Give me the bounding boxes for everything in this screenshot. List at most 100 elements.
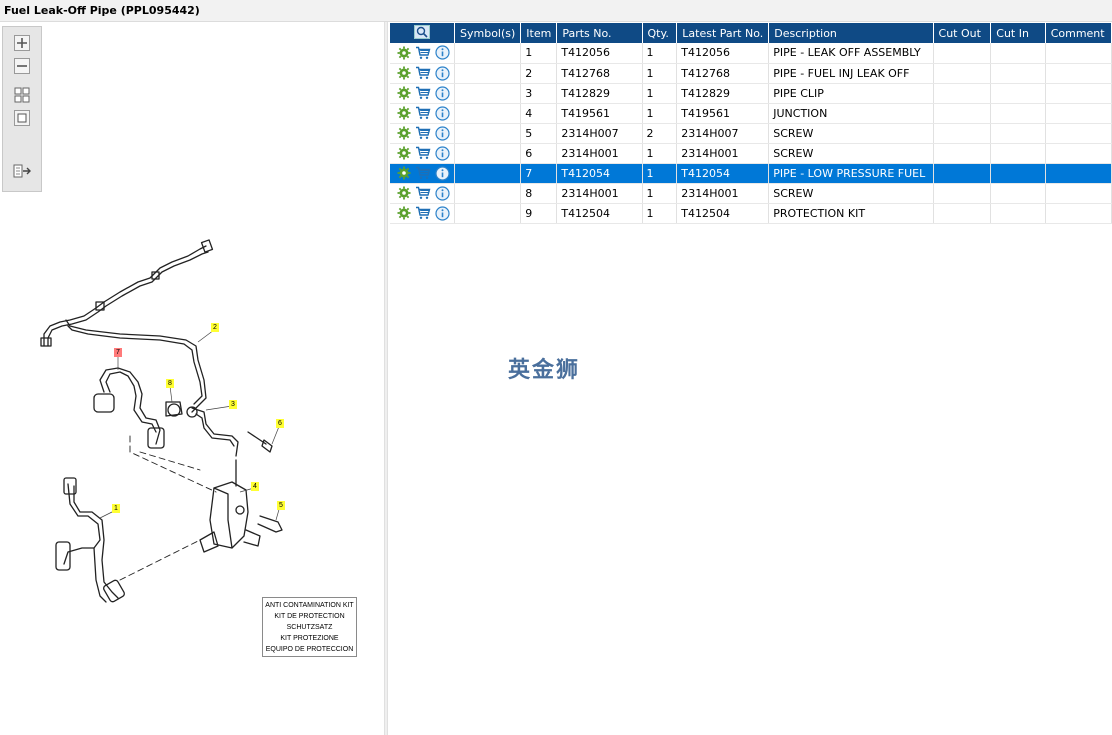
item-cell: 7	[520, 163, 558, 184]
gear-icon[interactable]	[396, 105, 412, 121]
qty-cell: 1	[642, 203, 678, 224]
column-header-part-no[interactable]: Parts No.	[556, 23, 643, 43]
gear-icon[interactable]	[396, 165, 412, 181]
gear-icon[interactable]	[396, 205, 412, 221]
row-actions-cell	[390, 123, 455, 144]
callout-7[interactable]: 7	[114, 348, 122, 357]
cart-icon[interactable]	[415, 125, 431, 141]
callout-8[interactable]: 8	[166, 379, 174, 388]
search-parts-icon	[414, 24, 430, 39]
zoom-out-icon	[14, 58, 30, 74]
cart-icon[interactable]	[415, 165, 431, 181]
info-icon[interactable]	[434, 165, 450, 181]
part-no-cell: 2314H001	[556, 183, 643, 204]
info-icon[interactable]	[434, 85, 450, 101]
fit-page-button[interactable]	[13, 109, 31, 127]
table-row[interactable]: 8 2314H001 1 2314H001 SCREW	[390, 183, 1112, 204]
info-icon[interactable]	[434, 185, 450, 201]
cut-out-cell	[933, 163, 992, 184]
comment-cell	[1045, 43, 1112, 64]
gear-icon[interactable]	[396, 125, 412, 141]
callout-3[interactable]: 3	[229, 400, 237, 409]
info-icon[interactable]	[434, 65, 450, 81]
comment-cell	[1045, 143, 1112, 164]
cart-icon[interactable]	[415, 145, 431, 161]
cart-icon[interactable]	[415, 65, 431, 81]
cart-icon[interactable]	[415, 105, 431, 121]
column-header-actions[interactable]	[390, 23, 455, 43]
qty-cell: 1	[642, 183, 678, 204]
table-row[interactable]: 2 T412768 1 T412768 PIPE - FUEL INJ LEAK OFF	[390, 63, 1112, 84]
info-icon[interactable]	[434, 125, 450, 141]
column-header-description[interactable]: Description	[768, 23, 934, 43]
fit-all-button[interactable]	[13, 86, 31, 104]
cart-icon[interactable]	[415, 205, 431, 221]
info-icon[interactable]	[434, 205, 450, 221]
single-page-icon	[14, 110, 30, 126]
column-header-cut-out[interactable]: Cut Out	[933, 23, 992, 43]
column-header-qty[interactable]: Qty.	[642, 23, 678, 43]
cut-out-cell	[933, 103, 992, 124]
gear-icon[interactable]	[396, 185, 412, 201]
cut-in-cell	[990, 163, 1046, 184]
cut-out-cell	[933, 123, 992, 144]
kit-label-line: KIT PROTEZIONE	[280, 635, 339, 642]
description-cell: SCREW	[768, 143, 934, 164]
info-icon[interactable]	[434, 145, 450, 161]
callout-5[interactable]: 5	[277, 501, 285, 510]
diagram-pane[interactable]: 2 7 8 3 6 4 5 1 9 ANTI CONTAMINATION KIT…	[0, 22, 384, 735]
gear-icon[interactable]	[396, 145, 412, 161]
zoom-out-button[interactable]	[13, 57, 31, 75]
info-icon[interactable]	[434, 45, 450, 61]
export-button[interactable]	[13, 162, 31, 180]
cart-icon[interactable]	[415, 45, 431, 61]
table-row[interactable]: 6 2314H001 1 2314H001 SCREW	[390, 143, 1112, 164]
description-cell: SCREW	[768, 123, 934, 144]
cut-in-cell	[990, 183, 1046, 204]
callout-1[interactable]: 1	[112, 504, 120, 513]
info-icon[interactable]	[434, 105, 450, 121]
symbols-cell	[454, 43, 522, 64]
gear-icon[interactable]	[396, 45, 412, 61]
column-header-latest-part-no[interactable]: Latest Part No.	[676, 23, 770, 43]
column-header-cut-in[interactable]: Cut In	[990, 23, 1046, 43]
item-cell: 1	[520, 43, 558, 64]
description-cell: SCREW	[768, 183, 934, 204]
table-row[interactable]: 4 T419561 1 T419561 JUNCTION	[390, 103, 1112, 124]
symbols-cell	[454, 123, 522, 144]
parts-list-pane: Symbol(s) Item Parts No. Qty. Latest Par…	[388, 22, 1112, 735]
kit-label-box: ANTI CONTAMINATION KIT KIT DE PROTECTION…	[262, 597, 357, 657]
column-header-item[interactable]: Item	[520, 23, 558, 43]
cart-icon[interactable]	[415, 85, 431, 101]
column-header-comment[interactable]: Comment	[1045, 23, 1112, 43]
comment-cell	[1045, 103, 1112, 124]
latest-part-no-cell: 2314H001	[676, 143, 770, 164]
item-cell: 5	[520, 123, 558, 144]
table-row[interactable]: 3 T412829 1 T412829 PIPE CLIP	[390, 83, 1112, 104]
cut-out-cell	[933, 83, 992, 104]
symbols-cell	[454, 163, 522, 184]
latest-part-no-cell: 2314H007	[676, 123, 770, 144]
callout-6[interactable]: 6	[276, 419, 284, 428]
symbols-cell	[454, 143, 522, 164]
comment-cell	[1045, 183, 1112, 204]
cart-icon[interactable]	[415, 185, 431, 201]
table-row[interactable]: 7 T412054 1 T412054 PIPE - LOW PRESSURE FUEL	[390, 163, 1112, 184]
part-no-cell: T412056	[556, 43, 643, 64]
cut-in-cell	[990, 43, 1046, 64]
kit-label-line: ANTI CONTAMINATION KIT	[265, 602, 354, 609]
latest-part-no-cell: T412829	[676, 83, 770, 104]
table-row[interactable]: 1 T412056 1 T412056 PIPE - LEAK OFF ASSEMBLY	[390, 43, 1112, 64]
item-cell: 9	[520, 203, 558, 224]
qty-cell: 1	[642, 143, 678, 164]
table-row[interactable]: 9 T412504 1 T412504 PROTECTION KIT	[390, 203, 1112, 224]
zoom-in-button[interactable]	[13, 34, 31, 52]
gear-icon[interactable]	[396, 85, 412, 101]
zoom-in-icon	[14, 35, 30, 51]
callout-2[interactable]: 2	[211, 323, 219, 332]
row-actions-cell	[390, 83, 455, 104]
gear-icon[interactable]	[396, 65, 412, 81]
callout-4[interactable]: 4	[251, 482, 259, 491]
table-row[interactable]: 5 2314H007 2 2314H007 SCREW	[390, 123, 1112, 144]
column-header-symbols[interactable]: Symbol(s)	[454, 23, 522, 43]
